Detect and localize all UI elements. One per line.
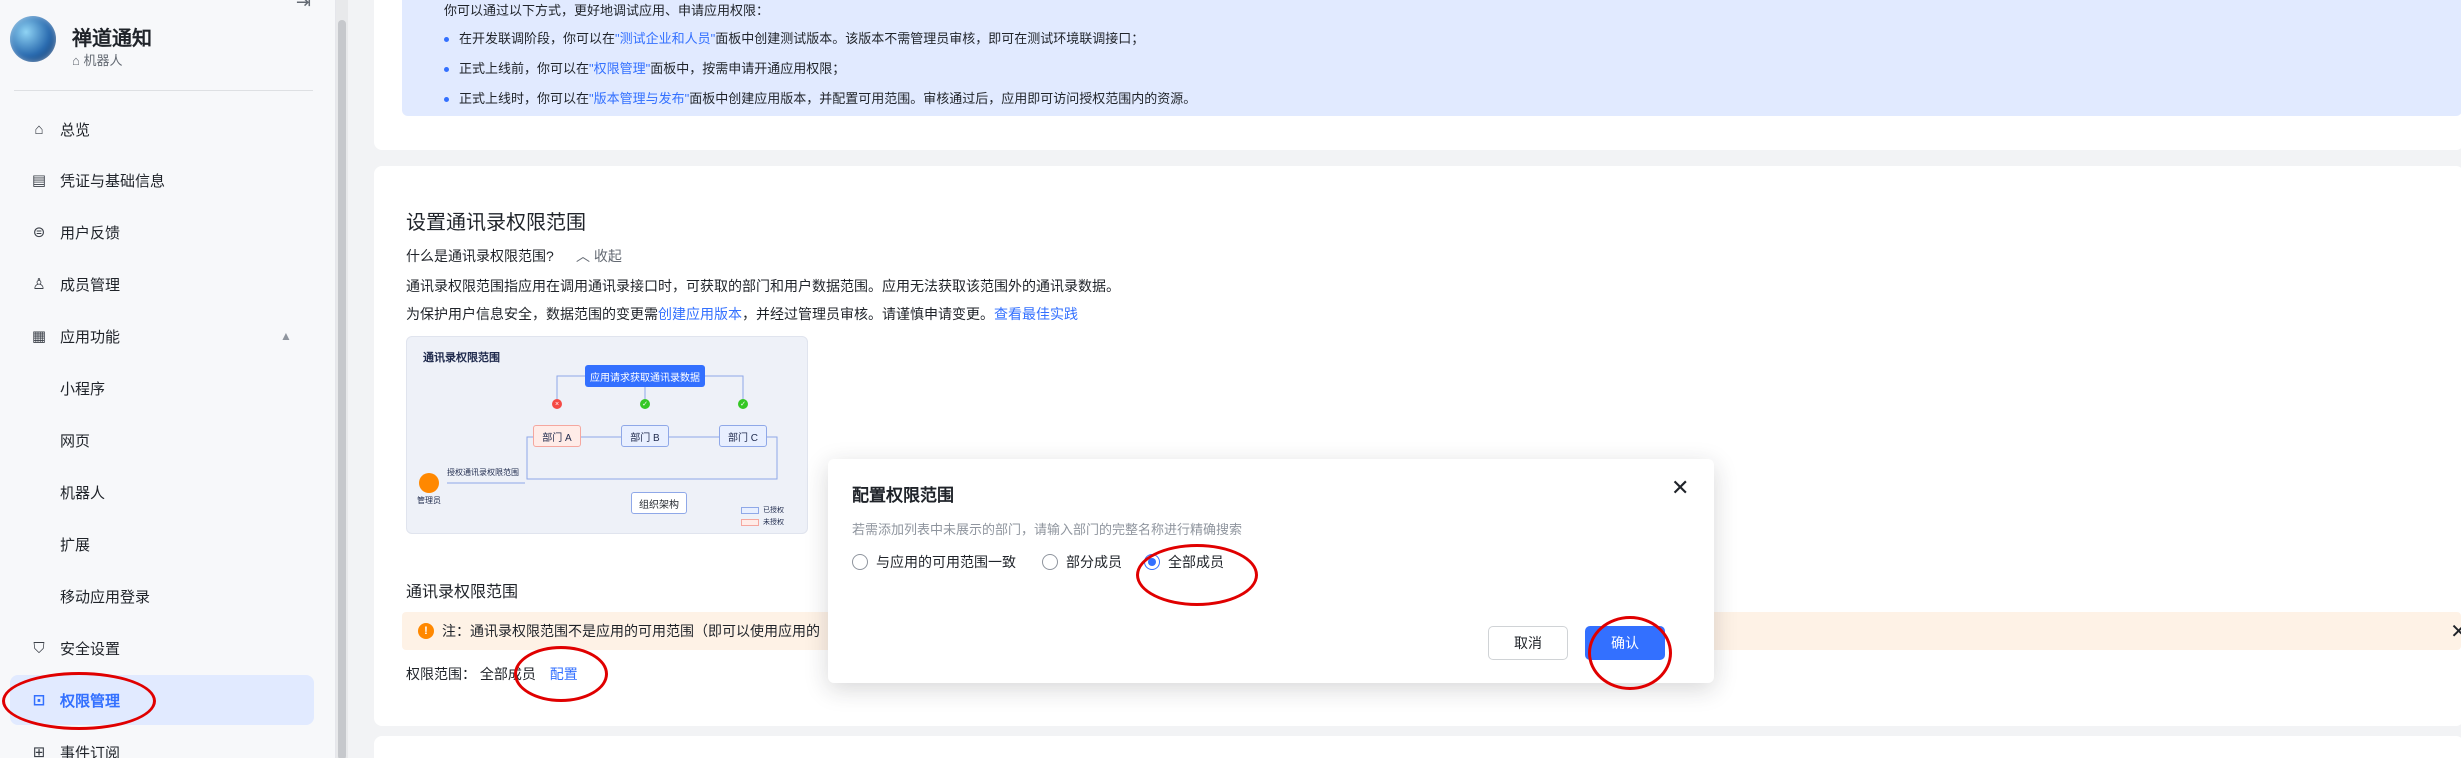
shield-icon: ⛉ [33, 639, 45, 657]
sidebar-item-feedback[interactable]: ⊜ 用户反馈 [0, 207, 314, 257]
annotation-circle [1588, 616, 1672, 690]
sidebar-item-label: 总览 [60, 121, 91, 139]
annotation-circle [2, 672, 156, 730]
annotation-circle [514, 646, 608, 702]
denied-icon: × [552, 399, 562, 409]
grid-icon: ▦ [31, 328, 47, 345]
chevron-up-icon: ︿ [576, 248, 594, 264]
next-card [374, 736, 2461, 758]
sidebar-item-credentials[interactable]: ▤ 凭证与基础信息 [0, 155, 314, 205]
sidebar-item-security[interactable]: ⛉ 安全设置 [0, 623, 314, 673]
close-icon[interactable]: ✕ [1671, 475, 1689, 501]
sidebar: 禅道通知 ⌂ 机器人 ⇥ ⌂ 总览 ▤ 凭证与基础信息 ⊜ 用户反馈 ♙ 成员管… [0, 0, 336, 758]
allowed-icon: ✓ [640, 399, 650, 409]
modal-hint: 若需添加列表中未展示的部门，请输入部门的完整名称进行精确搜索 [852, 522, 1243, 537]
scope-security-note: 为保护用户信息安全，数据范围的变更需创建应用版本，并经过管理员审核。请谨慎申请变… [406, 306, 1078, 322]
what-is-scope: 什么是通讯录权限范围? [406, 248, 554, 264]
warning-icon: ! [418, 623, 434, 639]
diagram-dept-b: 部门 B [621, 425, 669, 447]
sidebar-item-bot[interactable]: 机器人 [0, 467, 314, 517]
permission-management-link[interactable]: "权限管理" [589, 61, 650, 76]
radio-label: 部分成员 [1066, 554, 1122, 570]
sidebar-item-label: 机器人 [60, 484, 106, 502]
robot-icon: ⌂ [72, 53, 84, 68]
diagram-legend: 已授权 未授权 [741, 505, 784, 529]
diagram-dept-c: 部门 C [719, 425, 767, 447]
radio-same-as-available[interactable]: 与应用的可用范围一致 [852, 552, 1016, 572]
info-bullet-1: 在开发联调阶段，你可以在"测试企业和人员"面板中创建测试版本。该版本不需管理员审… [444, 28, 1144, 47]
sidebar-item-label: 移动应用登录 [60, 588, 151, 606]
close-icon[interactable]: ✕ [2450, 619, 2461, 644]
sidebar-item-web[interactable]: 网页 [0, 415, 314, 465]
diagram-dept-a: 部门 A [533, 425, 581, 447]
radio-circle[interactable] [1042, 554, 1058, 570]
radio-label: 与应用的可用范围一致 [876, 554, 1016, 570]
sidebar-scroll-thumb[interactable] [338, 20, 346, 758]
sidebar-item-extension[interactable]: 扩展 [0, 519, 314, 569]
collapse-sidebar-icon[interactable]: ⇥ [296, 0, 311, 13]
app-name: 禅道通知 [72, 28, 152, 50]
radio-partial-members[interactable]: 部分成员 [1042, 552, 1122, 572]
collapse-toggle[interactable]: ︿ 收起 [576, 246, 622, 266]
section-title: 设置通讯录权限范围 [406, 212, 586, 234]
sidebar-item-events[interactable]: ⊞ 事件订阅 [0, 727, 314, 758]
app-logo [10, 16, 56, 62]
user-icon: ♙ [32, 276, 46, 293]
document-icon: ▤ [31, 172, 47, 189]
modal-title: 配置权限范围 [852, 486, 954, 505]
sidebar-item-members[interactable]: ♙ 成员管理 [0, 259, 314, 309]
sidebar-item-label: 小程序 [60, 380, 106, 398]
home-icon: ⌂ [34, 120, 44, 138]
diagram-request: 应用请求获取通讯录数据 [585, 365, 705, 387]
sidebar-item-mini-program[interactable]: 小程序 [0, 363, 314, 413]
warning-text: 注：通讯录权限范围不是应用的可用范围（即可以使用应用的 [442, 623, 820, 639]
configure-scope-modal: 配置权限范围 ✕ 若需添加列表中未展示的部门，请输入部门的完整名称进行精确搜索 … [828, 459, 1714, 683]
diagram-org: 组织架构 [631, 492, 687, 514]
info-bullet-2: 正式上线前，你可以在"权限管理"面板中，按需申请开通应用权限； [444, 58, 845, 77]
scope-diagram: 通讯录权限范围 × ✓ ✓ 应用请求获取通讯录数据 部门 A 部门 B 部门 C… [406, 336, 808, 534]
app-type: ⌂ 机器人 [72, 53, 123, 68]
info-box: 你可以通过以下方式，更好地调试应用、申请应用权限： 在开发联调阶段，你可以在"测… [402, 0, 2461, 116]
annotation-circle [1136, 544, 1258, 606]
sidebar-item-label: 扩展 [60, 536, 91, 554]
sidebar-item-label: 网页 [60, 432, 91, 450]
feedback-icon: ⊜ [32, 224, 46, 241]
version-release-link[interactable]: "版本管理与发布" [589, 91, 689, 106]
sidebar-item-mobile-login[interactable]: 移动应用登录 [0, 571, 314, 621]
info-intro: 你可以通过以下方式，更好地调试应用、申请应用权限： [444, 3, 770, 18]
diagram-admin-arrow-label: 授权通讯录权限范围 [447, 468, 519, 477]
diagram-admin-label: 管理员 [417, 496, 441, 505]
chevron-up-icon: ▲ [280, 329, 292, 343]
sidebar-item-overview[interactable]: ⌂ 总览 [0, 104, 314, 154]
sidebar-item-app-features[interactable]: ▦ 应用功能 ▲ [0, 311, 314, 361]
scope-description: 通讯录权限范围指应用在调用通讯录接口时，可获取的部门和用户数据范围。应用无法获取… [406, 278, 1120, 294]
scope-subtitle: 通讯录权限范围 [406, 584, 519, 601]
info-bullet-3: 正式上线时，你可以在"版本管理与发布"面板中创建应用版本，并配置可用范围。审核通… [444, 88, 1196, 107]
sidebar-item-label: 事件订阅 [60, 744, 121, 758]
scope-label: 权限范围： [406, 666, 476, 682]
radio-circle[interactable] [852, 554, 868, 570]
sidebar-item-label: 安全设置 [60, 640, 121, 658]
divider [14, 90, 313, 91]
app-header: 禅道通知 ⌂ 机器人 [10, 16, 152, 68]
sidebar-item-label: 凭证与基础信息 [60, 172, 166, 190]
sidebar-item-label: 用户反馈 [60, 224, 121, 242]
test-enterprise-link[interactable]: "测试企业和人员" [615, 31, 715, 46]
allowed-icon: ✓ [738, 399, 748, 409]
create-version-link[interactable]: 创建应用版本 [658, 306, 742, 322]
sidebar-item-label: 应用功能 [60, 328, 121, 346]
admin-avatar-icon [419, 473, 439, 493]
sidebar-item-label: 成员管理 [60, 276, 121, 294]
best-practice-link[interactable]: 查看最佳实践 [994, 306, 1078, 322]
cancel-button[interactable]: 取消 [1488, 626, 1568, 660]
plus-square-icon: ⊞ [32, 744, 46, 758]
